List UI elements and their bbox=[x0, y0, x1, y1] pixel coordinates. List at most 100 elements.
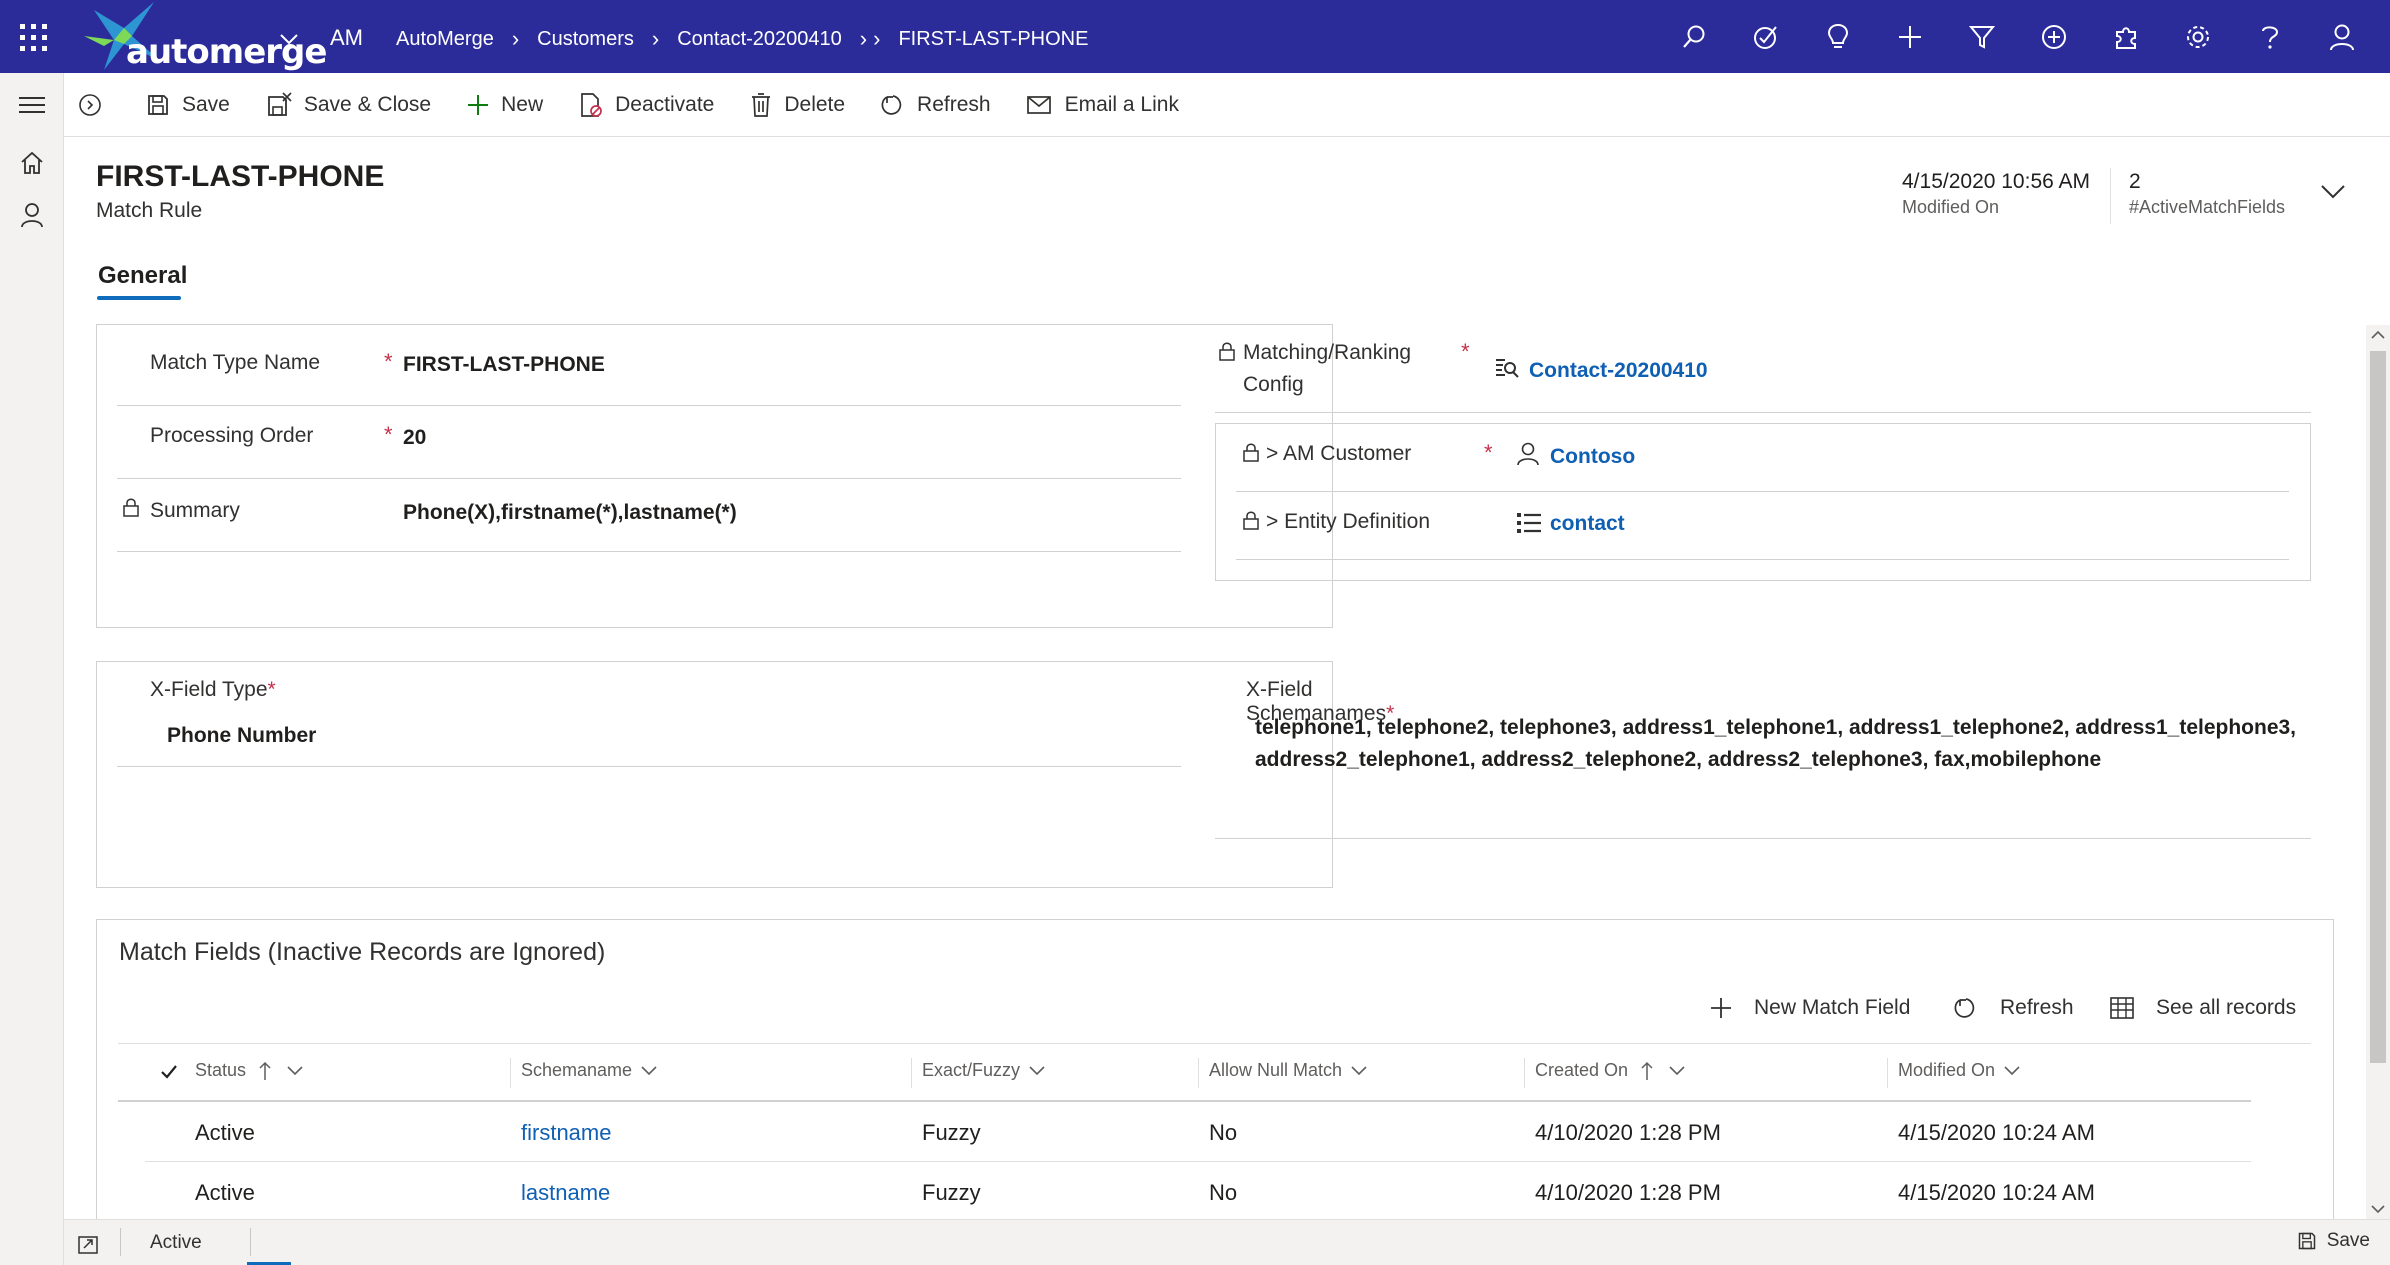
breadcrumb-item-current[interactable]: FIRST-LAST-PHONE bbox=[898, 28, 1088, 51]
required-indicator: * bbox=[384, 349, 393, 374]
person-icon[interactable] bbox=[0, 189, 64, 241]
summary-row: Summary Phone(X),firstname(*),lastname(*… bbox=[117, 479, 1181, 552]
tab-selected-indicator bbox=[97, 296, 181, 300]
help-icon[interactable] bbox=[2234, 18, 2306, 56]
xfield-schemanames-line1: telephone1, telephone2, telephone3, addr… bbox=[1255, 716, 2297, 739]
entity-type-label: Match Rule bbox=[96, 199, 203, 222]
refresh-button[interactable]: Refresh bbox=[863, 73, 1009, 137]
collapse-icon[interactable] bbox=[64, 73, 128, 137]
tab-general[interactable]: General bbox=[98, 262, 187, 290]
column-header-created-on-label: Created On bbox=[1535, 1060, 1629, 1080]
lightbulb-icon[interactable] bbox=[1802, 18, 1874, 56]
chevron-right-icon: › bbox=[511, 26, 520, 51]
am-customer-link[interactable]: Contoso bbox=[1550, 445, 1635, 469]
puzzle-icon[interactable] bbox=[2090, 18, 2162, 56]
grid-top-divider bbox=[118, 1043, 2311, 1044]
matching-config-row: Matching/Ranking Config * Contact-202004… bbox=[1215, 325, 2311, 413]
scrollbar-thumb[interactable] bbox=[2370, 351, 2386, 1063]
app-launcher-icon[interactable] bbox=[18, 22, 50, 54]
filter-icon[interactable] bbox=[1946, 18, 2018, 56]
column-header-schemaname[interactable]: Schemaname bbox=[521, 1060, 658, 1081]
home-icon[interactable] bbox=[0, 137, 64, 189]
select-all-checkmark-icon[interactable] bbox=[160, 1064, 178, 1080]
header-divider bbox=[2110, 168, 2111, 224]
email-link-button[interactable]: Email a Link bbox=[1009, 73, 1197, 137]
entity-definition-row: > Entity Definition contact bbox=[1236, 492, 2289, 560]
refresh-icon bbox=[1954, 998, 1975, 1018]
chevron-down-icon bbox=[1351, 1065, 1367, 1075]
lock-icon bbox=[123, 497, 139, 517]
xfield-section: X-Field Type* Phone Number X-Field Schem… bbox=[96, 661, 2311, 888]
subgrid-refresh-button[interactable]: Refresh bbox=[1954, 996, 2074, 1020]
breadcrumb: AutoMerge › Customers › Contact-20200410… bbox=[396, 26, 1088, 52]
cell-schemaname-link[interactable]: lastname bbox=[521, 1180, 610, 1206]
see-all-records-label: See all records bbox=[2156, 996, 2297, 1019]
entity-definition-link[interactable]: contact bbox=[1550, 512, 1625, 536]
breadcrumb-item-config[interactable]: Contact-20200410 bbox=[677, 28, 842, 51]
save-button[interactable]: Save bbox=[128, 73, 248, 137]
processing-order-field[interactable]: 20 bbox=[403, 426, 426, 450]
open-in-new-window-icon[interactable] bbox=[78, 1234, 100, 1254]
breadcrumb-item-customers[interactable]: Customers bbox=[537, 28, 634, 51]
chevron-down-icon bbox=[1029, 1065, 1045, 1075]
grid-icon bbox=[2110, 997, 2134, 1019]
processing-order-label: Processing Order bbox=[150, 424, 314, 447]
subgrid-refresh-label: Refresh bbox=[2000, 996, 2074, 1019]
column-header-allow-null[interactable]: Allow Null Match bbox=[1209, 1060, 1368, 1081]
lock-icon bbox=[1243, 442, 1259, 462]
cell-schemaname-link[interactable]: firstname bbox=[521, 1120, 611, 1146]
task-icon[interactable] bbox=[1730, 18, 1802, 56]
match-type-name-field[interactable]: FIRST-LAST-PHONE bbox=[403, 353, 605, 377]
cell-created-on: 4/10/2020 1:28 PM bbox=[1535, 1120, 1721, 1145]
search-icon[interactable] bbox=[1658, 18, 1730, 56]
plus-icon bbox=[1711, 998, 1731, 1018]
statusbar-save-button[interactable]: Save bbox=[2297, 1230, 2370, 1252]
column-header-created-on[interactable]: Created On bbox=[1535, 1060, 1686, 1081]
add-circle-icon[interactable] bbox=[2018, 18, 2090, 56]
chevron-down-icon[interactable] bbox=[278, 28, 300, 50]
match-fields-title: Match Fields (Inactive Records are Ignor… bbox=[119, 938, 606, 966]
gear-icon[interactable] bbox=[2162, 18, 2234, 56]
new-button[interactable]: New bbox=[449, 73, 561, 137]
plus-icon[interactable] bbox=[1874, 18, 1946, 56]
hamburger-menu-icon[interactable] bbox=[0, 73, 64, 137]
xfield-type-field[interactable]: Phone Number bbox=[167, 724, 316, 748]
am-customer-label: > AM Customer bbox=[1266, 442, 1412, 465]
save-icon bbox=[2298, 1232, 2315, 1250]
matching-config-link[interactable]: Contact-20200410 bbox=[1529, 359, 1708, 383]
chevron-right-icon: › bbox=[873, 26, 881, 51]
cell-status: Active bbox=[195, 1180, 255, 1205]
app-code[interactable]: AM bbox=[330, 25, 363, 51]
delete-button-label: Delete bbox=[784, 92, 846, 116]
delete-button[interactable]: Delete bbox=[732, 73, 863, 137]
modified-on-value: 4/15/2020 10:56 AM bbox=[1902, 170, 2090, 193]
save-close-icon bbox=[267, 91, 292, 116]
summary-label: Summary bbox=[150, 499, 240, 522]
new-match-field-button[interactable]: New Match Field bbox=[1710, 996, 1910, 1020]
xfield-schemanames-row: telephone1, telephone2, telephone3, addr… bbox=[1215, 662, 2311, 839]
column-header-exact-fuzzy[interactable]: Exact/Fuzzy bbox=[922, 1060, 1046, 1081]
page-title: FIRST-LAST-PHONE bbox=[96, 160, 385, 193]
sort-ascending-icon bbox=[1641, 1061, 1653, 1080]
see-all-records-button[interactable]: See all records bbox=[2110, 996, 2296, 1020]
column-header-status-label: Status bbox=[195, 1060, 247, 1080]
column-header-modified-on[interactable]: Modified On bbox=[1898, 1060, 2021, 1081]
chevron-right-icon: › bbox=[859, 26, 868, 51]
breadcrumb-item-app[interactable]: AutoMerge bbox=[396, 28, 494, 51]
record-search-icon bbox=[1495, 357, 1519, 379]
chevron-down-icon[interactable] bbox=[2320, 184, 2346, 200]
required-indicator: * bbox=[1461, 339, 1470, 364]
column-header-status[interactable]: Status bbox=[195, 1060, 304, 1081]
active-match-fields-label: #ActiveMatchFields bbox=[2129, 197, 2286, 217]
deactivate-button[interactable]: Deactivate bbox=[561, 73, 732, 137]
required-indicator: * bbox=[1484, 440, 1493, 465]
form-scrollbar[interactable] bbox=[2366, 325, 2390, 1219]
trash-icon bbox=[752, 92, 771, 117]
required-indicator: * bbox=[384, 422, 393, 447]
save-close-button[interactable]: Save & Close bbox=[248, 73, 449, 137]
cell-allow-null: No bbox=[1209, 1120, 1238, 1145]
user-icon[interactable] bbox=[2306, 18, 2378, 56]
top-navigation-bar: automerge AM AutoMerge › Customers › Con… bbox=[0, 0, 2390, 73]
related-customer-subsection: > AM Customer * Contoso > Entity Definit… bbox=[1215, 423, 2311, 581]
global-actions bbox=[1658, 18, 2378, 56]
